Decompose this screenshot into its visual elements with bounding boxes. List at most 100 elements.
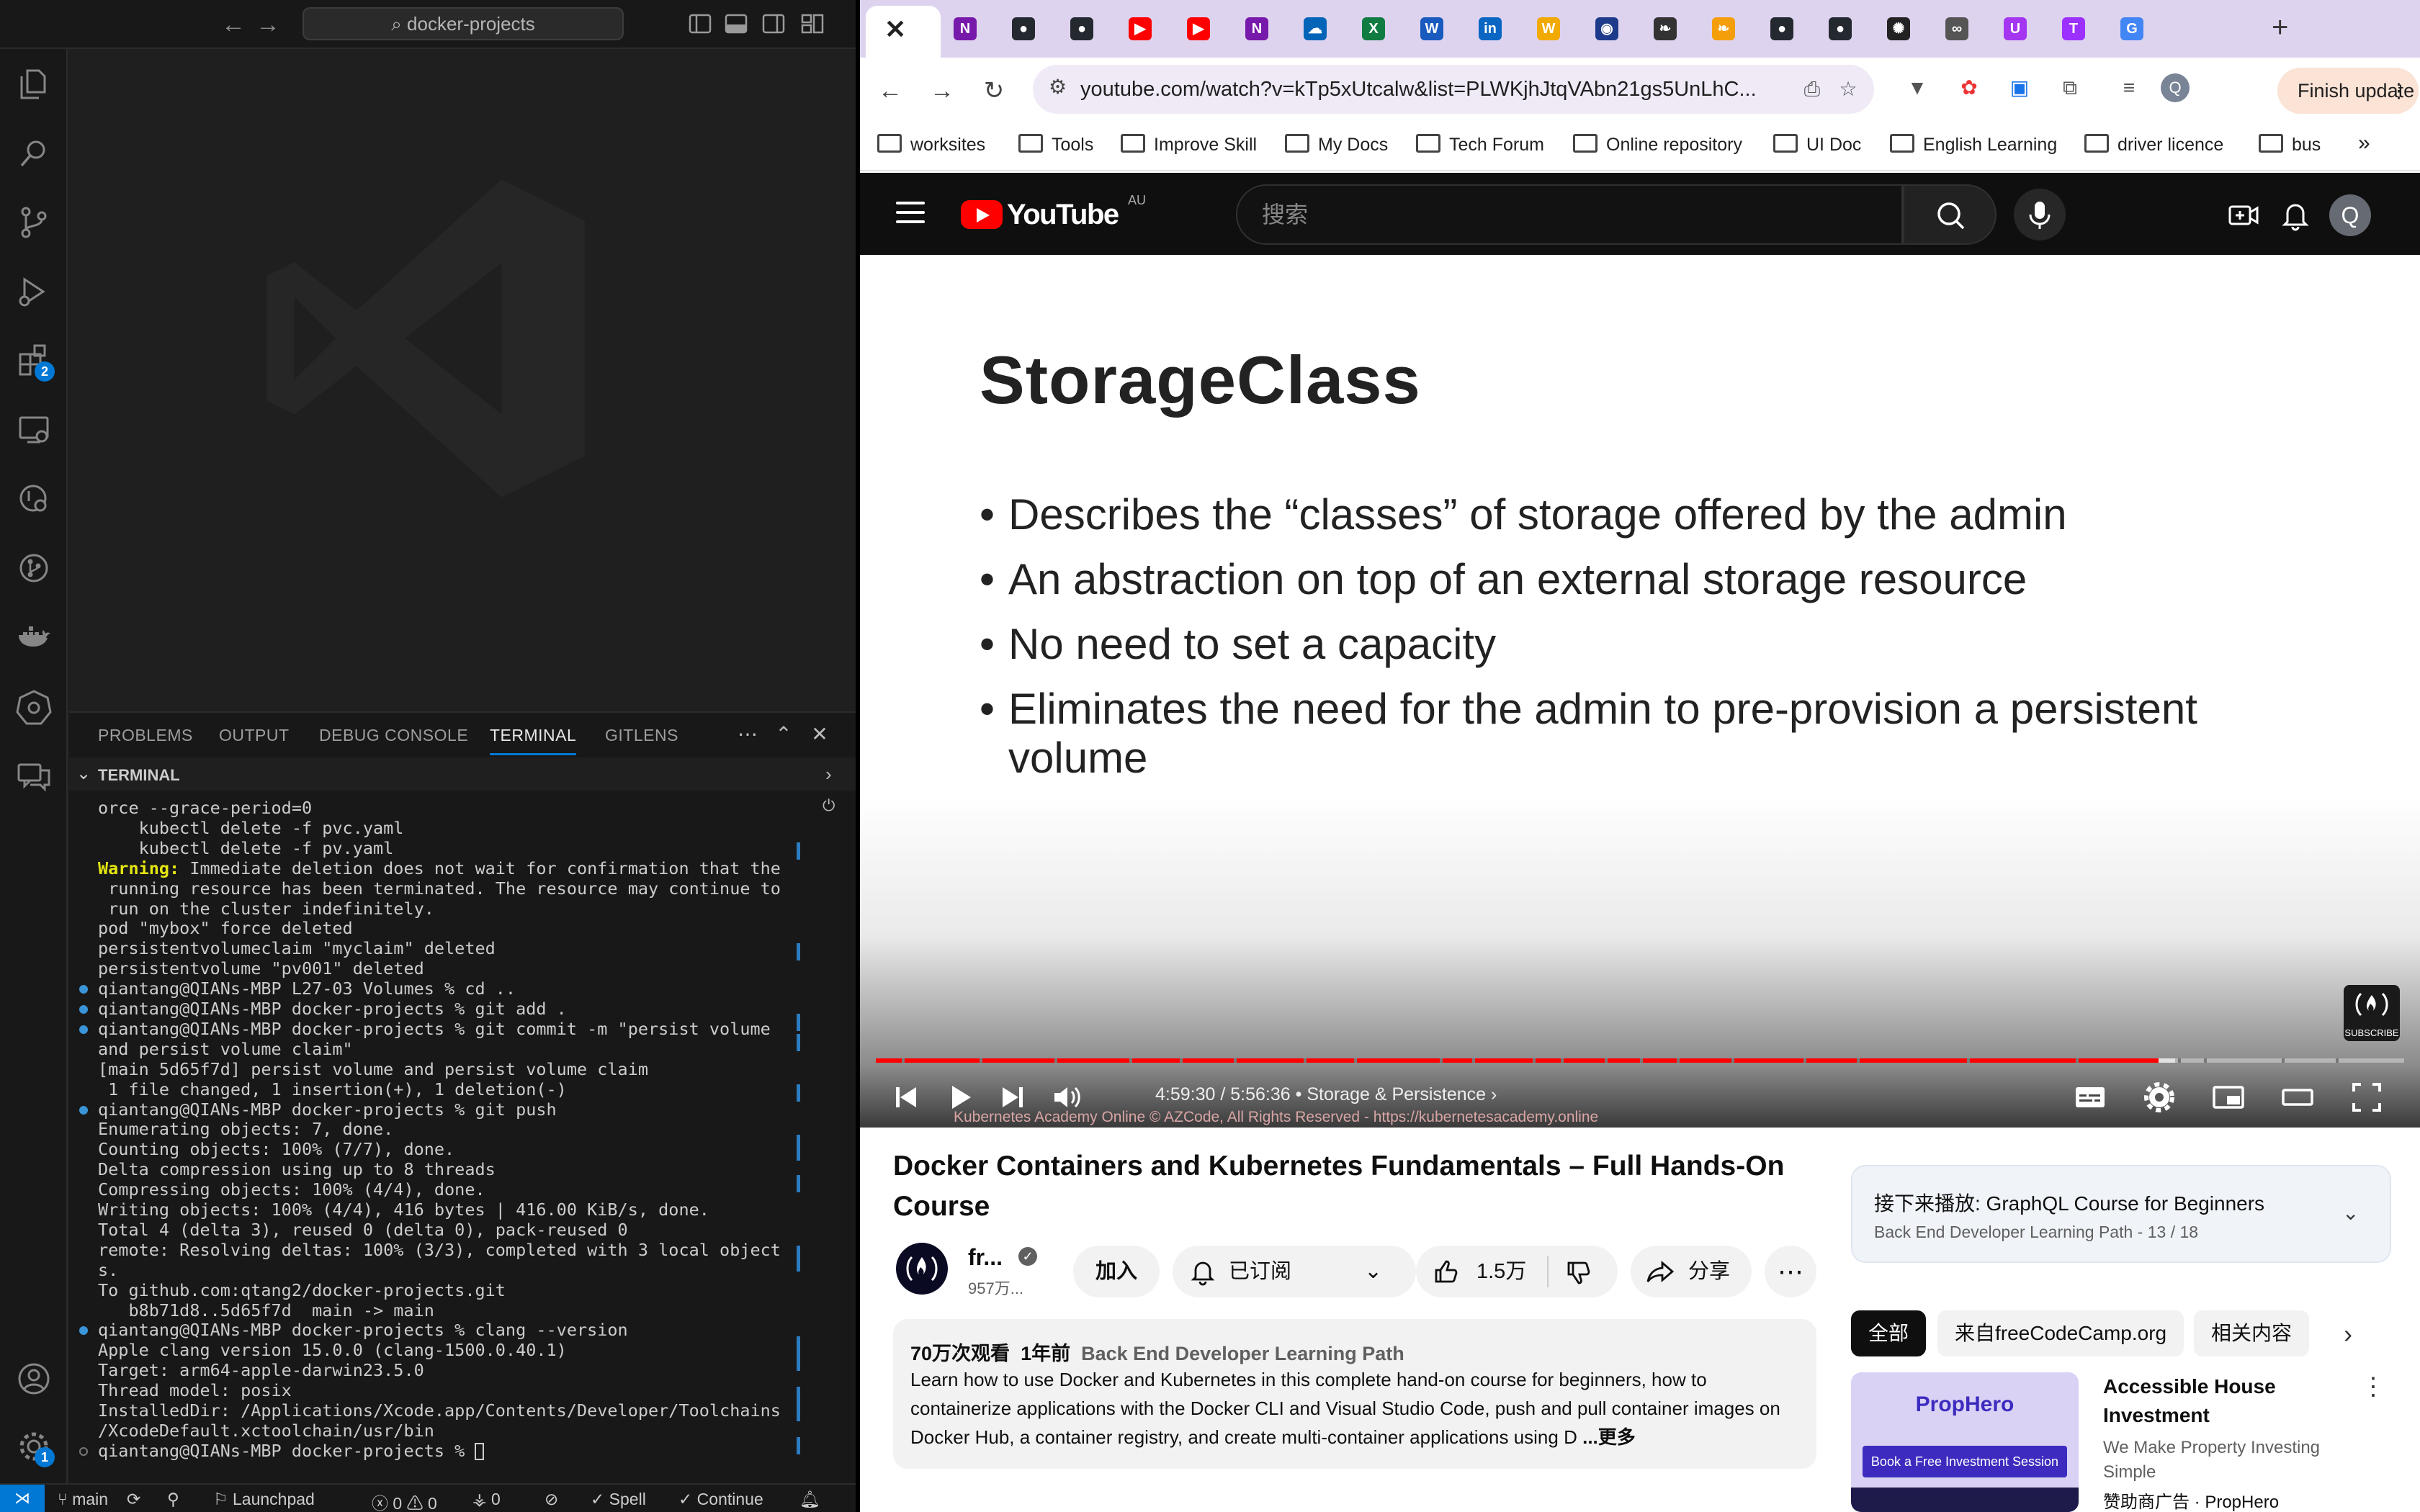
- bookmark-folder[interactable]: worksites: [877, 134, 985, 156]
- chip-related[interactable]: 相关内容: [2194, 1310, 2310, 1356]
- ports-status[interactable]: ⚶ 0: [472, 1490, 501, 1509]
- branch-status[interactable]: ⑂ main: [58, 1490, 108, 1509]
- bookmark-folder[interactable]: Improve Skill: [1121, 134, 1257, 156]
- new-tab-icon[interactable]: +: [2272, 12, 2288, 44]
- terminal-section-header[interactable]: ⌄ TERMINAL › ⏻: [69, 757, 856, 814]
- command-decoration-icon[interactable]: [79, 1005, 88, 1014]
- excel-icon[interactable]: X: [1362, 17, 1385, 40]
- description-box[interactable]: 70万次观看 1年前 Back End Developer Learning P…: [893, 1319, 1816, 1469]
- tab-output[interactable]: OUTPUT: [219, 726, 290, 745]
- settings-gear-icon[interactable]: [2141, 1079, 2178, 1116]
- linkedin-icon[interactable]: in: [1479, 17, 1502, 40]
- chatgpt-icon[interactable]: ✺: [1887, 17, 1910, 40]
- customize-layout-icon[interactable]: [801, 13, 824, 35]
- remote-explorer-icon[interactable]: [14, 410, 53, 449]
- vue-devtools-icon[interactable]: ▼: [1903, 73, 1932, 102]
- explorer-icon[interactable]: [14, 65, 53, 104]
- globe-icon[interactable]: ◉: [1595, 17, 1618, 40]
- extensions-icon[interactable]: 2: [14, 341, 55, 382]
- forward-arrow-icon[interactable]: →: [254, 10, 282, 39]
- leaf-icon[interactable]: ❧: [1712, 17, 1735, 40]
- toggle-panel-icon[interactable]: [725, 13, 748, 35]
- maximize-panel-icon[interactable]: ⌃: [771, 721, 797, 747]
- account-avatar[interactable]: Q: [2329, 194, 2371, 236]
- sync-icon[interactable]: ⟳: [127, 1490, 140, 1509]
- theater-mode-icon[interactable]: [2279, 1079, 2316, 1116]
- close-tab-icon[interactable]: ✕: [884, 14, 906, 45]
- tab-debug-console[interactable]: DEBUG CONSOLE: [319, 726, 468, 745]
- run-debug-icon[interactable]: [14, 272, 53, 311]
- github-icon[interactable]: ●: [1012, 17, 1035, 40]
- kubernetes-icon[interactable]: [14, 687, 53, 726]
- progress-bar[interactable]: [876, 1058, 2404, 1063]
- ad-title[interactable]: Accessible House Investment: [2103, 1372, 2348, 1430]
- channel-subscribe-watermark[interactable]: SUBSCRIBE: [2344, 985, 2400, 1041]
- chevron-right-icon[interactable]: ›: [825, 763, 832, 786]
- git-graph-icon[interactable]: ⚲: [167, 1490, 179, 1509]
- youtube-icon[interactable]: ▶: [1187, 17, 1210, 40]
- create-video-icon[interactable]: [2226, 197, 2262, 233]
- notifications-bell-icon[interactable]: [2277, 197, 2313, 233]
- share-button[interactable]: 分享: [1631, 1246, 1752, 1297]
- copilot-off-icon[interactable]: ⊘: [544, 1490, 558, 1509]
- notifications-bell-icon[interactable]: 🔔︎: [799, 1490, 820, 1509]
- bookmark-folder[interactable]: driver licence: [2084, 134, 2223, 156]
- back-arrow-icon[interactable]: ←: [219, 10, 248, 39]
- command-decoration-icon[interactable]: [79, 1025, 88, 1034]
- tab-problems[interactable]: PROBLEMS: [98, 726, 193, 745]
- toggle-primary-sidebar-icon[interactable]: [689, 13, 712, 35]
- chevron-right-icon[interactable]: ›: [2344, 1319, 2352, 1349]
- search-icon[interactable]: [14, 134, 53, 173]
- thumbs-down-icon[interactable]: [1564, 1259, 1593, 1287]
- google-icon[interactable]: G: [2120, 17, 2143, 40]
- playlist-link[interactable]: Back End Developer Learning Path: [1081, 1343, 1404, 1364]
- kebab-menu-icon[interactable]: ⋮: [2361, 1372, 2385, 1401]
- channel-avatar[interactable]: [896, 1243, 948, 1295]
- bookmark-folder[interactable]: UI Doc: [1773, 134, 1861, 156]
- media-controls-icon[interactable]: ≡: [2115, 73, 2143, 102]
- accounts-icon[interactable]: [14, 1359, 53, 1398]
- docker-icon[interactable]: [14, 618, 53, 657]
- remote-indicator-icon[interactable]: ⋊: [0, 1485, 45, 1512]
- back-arrow-icon[interactable]: ←: [873, 73, 908, 108]
- github-icon[interactable]: ●: [1070, 17, 1093, 40]
- extensions-puzzle-icon[interactable]: ⧉: [2056, 73, 2084, 102]
- text-icon[interactable]: T: [2062, 17, 2085, 40]
- gitlens-icon[interactable]: [14, 549, 53, 588]
- github-actions-icon[interactable]: [14, 480, 53, 518]
- close-panel-icon[interactable]: ✕: [807, 721, 833, 747]
- tab-gitlens[interactable]: GITLENS: [605, 726, 678, 745]
- source-control-icon[interactable]: [14, 203, 53, 242]
- previous-video-icon[interactable]: [887, 1079, 925, 1116]
- udemy-icon[interactable]: U: [2004, 17, 2027, 40]
- toggle-secondary-sidebar-icon[interactable]: [762, 13, 785, 35]
- command-decoration-icon[interactable]: [79, 1446, 88, 1456]
- bookmark-folder[interactable]: bus: [2259, 134, 2321, 156]
- bookmark-star-icon[interactable]: ☆: [1834, 75, 1863, 104]
- voice-search-button[interactable]: [2014, 189, 2066, 240]
- spell-status[interactable]: ✓ Spell: [591, 1490, 646, 1509]
- bookmark-folder[interactable]: Tools: [1018, 134, 1093, 156]
- show-more-link[interactable]: ...更多: [1582, 1426, 1636, 1448]
- word-icon[interactable]: W: [1420, 17, 1443, 40]
- continue-status[interactable]: ✓ Continue: [678, 1490, 763, 1509]
- finish-update-button[interactable]: Finish update ⋮: [2277, 68, 2419, 114]
- screen-capture-extension-icon[interactable]: ▣: [2005, 73, 2034, 102]
- bookmark-folder[interactable]: My Docs: [1285, 134, 1388, 156]
- command-decoration-icon[interactable]: [79, 1105, 88, 1115]
- problems-status[interactable]: ⓧ 0 ⚠ 0: [372, 1490, 437, 1512]
- bookmark-folder[interactable]: Online repository: [1573, 134, 1742, 156]
- subtitles-icon[interactable]: [2071, 1079, 2109, 1116]
- command-decoration-icon[interactable]: [79, 1326, 88, 1336]
- bookmark-folder[interactable]: English Learning: [1890, 134, 2057, 156]
- bookmark-folder[interactable]: Tech Forum: [1416, 134, 1544, 156]
- youtube-icon[interactable]: ▶: [1129, 17, 1152, 40]
- wordreference-icon[interactable]: W: [1537, 17, 1560, 40]
- more-actions-icon[interactable]: ⋯: [735, 721, 761, 747]
- tab-terminal[interactable]: TERMINAL: [490, 726, 577, 755]
- youtube-search-input[interactable]: 搜索: [1236, 184, 1903, 245]
- up-next-playlist-card[interactable]: 接下来播放: GraphQL Course for Beginners Back…: [1851, 1165, 2391, 1263]
- chevron-down-icon[interactable]: ⌄: [2342, 1201, 2359, 1225]
- more-bookmarks-icon[interactable]: »: [2358, 131, 2370, 156]
- install-app-icon[interactable]: ⎙: [1798, 75, 1827, 104]
